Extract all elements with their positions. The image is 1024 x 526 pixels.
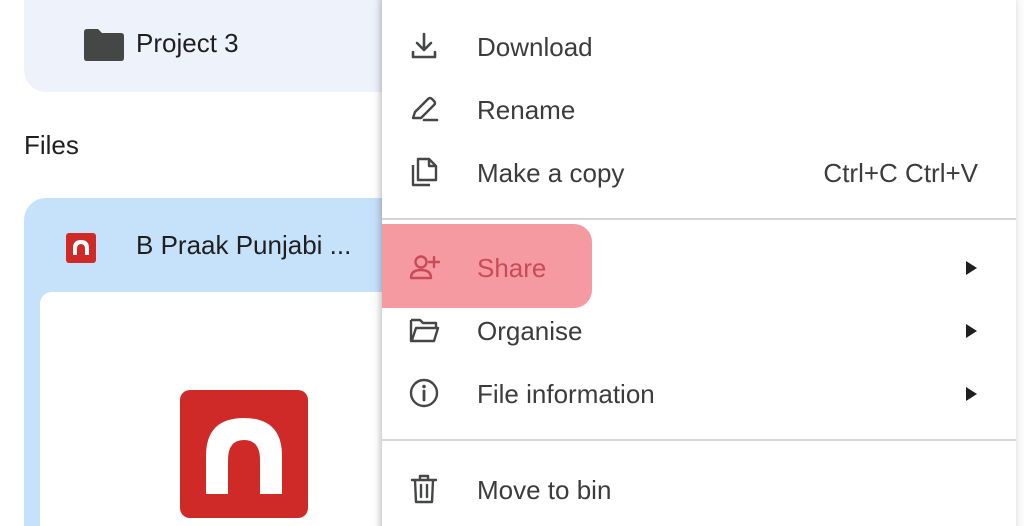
audio-file-icon	[66, 233, 96, 263]
menu-item-make-a-copy[interactable]: Make a copy Ctrl+C Ctrl+V	[382, 141, 1016, 203]
context-menu: Download Rename Make a copy Ctrl+C Ctrl+…	[382, 0, 1016, 526]
chevron-right-icon	[966, 324, 977, 338]
menu-item-label: Organise	[477, 316, 583, 346]
folder-name: Project 3	[136, 28, 239, 58]
menu-item-share[interactable]: Share	[382, 236, 1016, 298]
drive-page: Project 3 Files B Praak Punjabi ... Down…	[0, 0, 1024, 526]
menu-divider	[382, 218, 1016, 220]
menu-item-label: Rename	[477, 95, 576, 125]
file-name: B Praak Punjabi ...	[136, 230, 352, 260]
person-add-icon	[409, 255, 440, 280]
files-heading: Files	[24, 130, 79, 160]
menu-item-label: File information	[477, 379, 655, 409]
menu-item-label: Download	[477, 32, 593, 62]
chevron-right-icon	[966, 261, 977, 275]
folder-icon	[84, 29, 124, 61]
folder-card-project-3[interactable]: Project 3	[24, 0, 444, 92]
menu-item-file-information[interactable]: File information	[382, 362, 1016, 424]
trash-icon	[410, 474, 438, 504]
file-card-selected[interactable]: B Praak Punjabi ...	[24, 198, 444, 526]
menu-item-organise[interactable]: Organise	[382, 299, 1016, 361]
chevron-right-icon	[966, 387, 977, 401]
menu-item-label: Make a copy	[477, 158, 625, 188]
menu-divider	[382, 439, 1016, 441]
menu-item-label: Share	[477, 253, 547, 283]
menu-item-download[interactable]: Download	[382, 15, 1016, 77]
rename-icon	[411, 96, 439, 122]
audio-file-icon	[180, 390, 308, 518]
copy-icon	[411, 157, 438, 187]
menu-item-rename[interactable]: Rename	[382, 78, 1016, 140]
download-icon	[411, 32, 437, 59]
copy-shortcut: Ctrl+C Ctrl+V	[823, 158, 978, 188]
folder-open-icon	[409, 318, 440, 343]
menu-item-label: Move to bin	[477, 475, 612, 505]
info-icon	[409, 378, 439, 408]
menu-item-move-to-bin[interactable]: Move to bin	[382, 458, 1016, 520]
